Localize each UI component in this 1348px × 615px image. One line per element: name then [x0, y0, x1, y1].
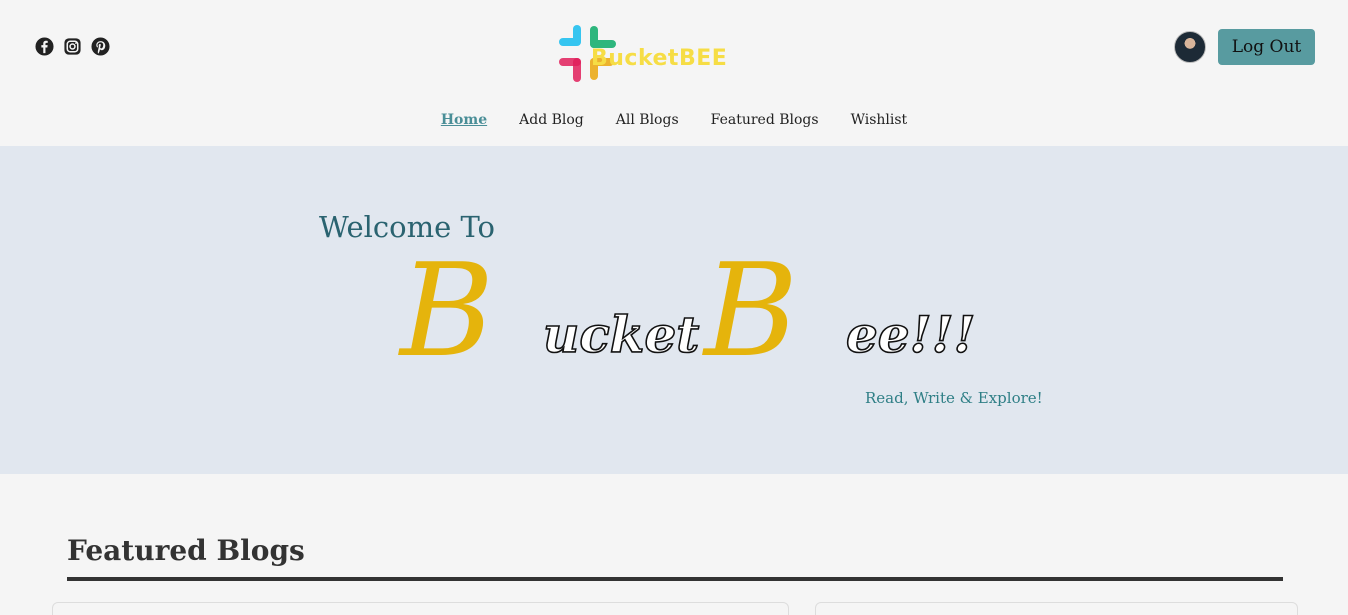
hero-title-initial-1: B [398, 242, 494, 368]
hero-banner: Welcome To B ucket B ee!!! Read, Write &… [0, 146, 1348, 474]
user-area: Log Out [1174, 29, 1315, 65]
nav-item-home[interactable]: Home [441, 112, 487, 128]
hero-title: B ucket B ee!!! [398, 242, 976, 368]
hero-welcome: Welcome To [319, 210, 496, 244]
instagram-icon[interactable] [63, 37, 82, 56]
hero-title-rest-1: ucket [543, 305, 699, 364]
facebook-icon[interactable] [35, 37, 54, 56]
nav-item-wishlist[interactable]: Wishlist [851, 112, 908, 128]
site-logo[interactable]: BucketBEE [558, 24, 728, 84]
avatar[interactable] [1174, 31, 1206, 63]
nav-item-featured-blogs[interactable]: Featured Blogs [711, 112, 819, 128]
site-header: BucketBEE Log Out Home Add Blog All Blog… [0, 0, 1348, 146]
nav-item-all-blogs[interactable]: All Blogs [616, 112, 679, 128]
hero-tagline: Read, Write & Explore! [865, 389, 1043, 407]
logo-text: BucketBEE [591, 46, 728, 71]
logout-button[interactable]: Log Out [1218, 29, 1315, 65]
main-nav: Home Add Blog All Blogs Featured Blogs W… [0, 112, 1348, 128]
nav-item-add-blog[interactable]: Add Blog [519, 112, 584, 128]
hero-title-initial-2: B [702, 242, 798, 368]
social-links [35, 37, 110, 56]
featured-card[interactable] [52, 602, 789, 615]
featured-divider [67, 577, 1283, 581]
featured-title: Featured Blogs [67, 534, 305, 567]
pinterest-icon[interactable] [91, 37, 110, 56]
featured-section: Featured Blogs [67, 534, 1283, 567]
hero-title-rest-2: ee!!! [846, 305, 975, 364]
featured-card[interactable] [815, 602, 1298, 615]
